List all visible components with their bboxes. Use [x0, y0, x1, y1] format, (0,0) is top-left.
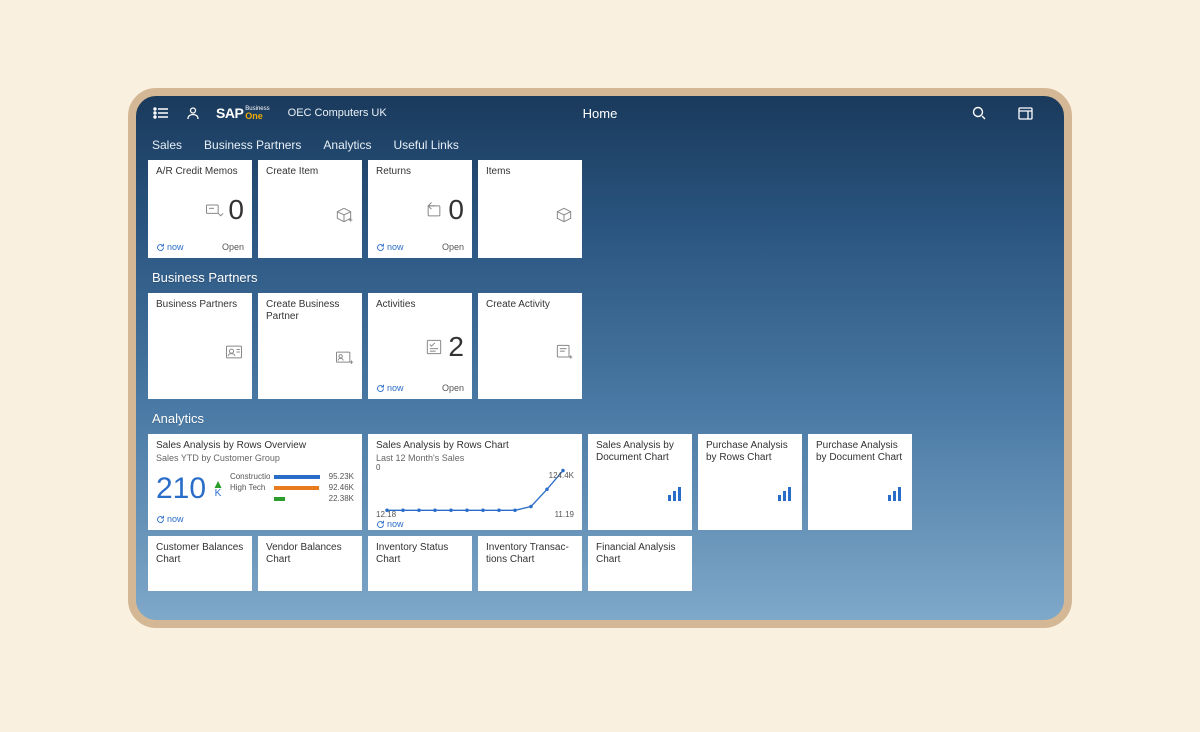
bar-chart-icon — [666, 486, 684, 502]
tile-title: Inventory Transac-tions Chart — [486, 542, 574, 566]
menu-icon[interactable] — [152, 104, 170, 122]
tile-title: Create Item — [266, 166, 354, 178]
bars-chart: Construction95.23KHigh Tech92.46K22.38K — [230, 472, 354, 505]
tile-items[interactable]: Items — [478, 160, 582, 258]
tile-sales-chart[interactable]: Sales Analysis by Rows Chart Last 12 Mon… — [368, 434, 582, 530]
tile-value: 0 — [448, 194, 464, 226]
tile-title: Returns — [376, 166, 464, 178]
tile-returns[interactable]: Returns 0 now Open — [368, 160, 472, 258]
refresh-button[interactable]: now — [156, 242, 184, 252]
tile-value: 0 — [228, 194, 244, 226]
tile-title: Sales Analysis by Document Chart — [596, 440, 684, 464]
items-icon — [554, 205, 574, 225]
line-chart: 0 124.4K 12.18 11.19 — [376, 463, 574, 519]
tile-title: Customer Balances Chart — [156, 542, 244, 566]
tile-business-partners[interactable]: Business Partners — [148, 293, 252, 399]
refresh-button[interactable]: now — [376, 519, 404, 529]
logo-sap: SAP — [216, 105, 243, 121]
tile-title: Business Partners — [156, 299, 244, 311]
tile-purchase-doc-chart[interactable]: Purchase Analysis by Document Chart — [808, 434, 912, 530]
tile-title: Items — [486, 166, 574, 178]
user-icon[interactable] — [184, 104, 202, 122]
company-name: OEC Computers UK — [288, 107, 387, 119]
bp-tile-row: Business Partners Create Business Partne… — [148, 293, 1052, 399]
create-item-icon — [334, 205, 354, 225]
create-activity-icon — [554, 342, 574, 362]
bar-chart-icon — [776, 486, 794, 502]
returns-icon — [424, 200, 444, 220]
section-title-bp: Business Partners — [152, 270, 1048, 285]
tile-subtitle: Last 12 Month's Sales — [376, 453, 574, 463]
tile-subtitle: Sales YTD by Customer Group — [156, 453, 354, 463]
tile-create-item[interactable]: Create Item — [258, 160, 362, 258]
tile-value: 2 — [448, 331, 464, 363]
logo: SAP BusinessOne — [216, 105, 270, 121]
bp-card-icon — [224, 342, 244, 362]
search-icon[interactable] — [970, 104, 988, 122]
tab-analytics[interactable]: Analytics — [323, 138, 371, 152]
tab-useful-links[interactable]: Useful Links — [393, 138, 458, 152]
tile-title: Financial Analysis Chart — [596, 542, 684, 566]
credit-memo-icon — [204, 200, 224, 220]
refresh-button[interactable]: now — [376, 242, 404, 252]
tabs: Sales Business Partners Analytics Useful… — [136, 130, 1064, 160]
tab-business-partners[interactable]: Business Partners — [204, 138, 301, 152]
tile-financial-analysis[interactable]: Financial Analysis Chart — [588, 536, 692, 591]
tile-vendor-balances[interactable]: Vendor Balances Chart — [258, 536, 362, 591]
kpi-value: 210 — [156, 472, 206, 506]
trend-up-icon: ▲K — [212, 479, 224, 499]
content: A/R Credit Memos 0 now Open Create Item … — [136, 160, 1064, 620]
status-label: Open — [442, 383, 464, 393]
tile-activities[interactable]: Activities 2 now Open — [368, 293, 472, 399]
analytics-row-1: Sales Analysis by Rows Overview Sales YT… — [148, 434, 1052, 530]
tile-create-activity[interactable]: Create Activity — [478, 293, 582, 399]
tile-title: Purchase Analysis by Document Chart — [816, 440, 904, 464]
tile-purchase-rows-chart[interactable]: Purchase Analysis by Rows Chart — [698, 434, 802, 530]
tile-title: Purchase Analysis by Rows Chart — [706, 440, 794, 464]
analytics-row-2: Customer Balances Chart Vendor Balances … — [148, 536, 1052, 591]
activities-icon — [424, 337, 444, 357]
bar-chart-icon — [886, 486, 904, 502]
topbar: SAP BusinessOne OEC Computers UK Home — [136, 96, 1064, 130]
panel-icon[interactable] — [1016, 104, 1034, 122]
tile-ar-credit-memos[interactable]: A/R Credit Memos 0 now Open — [148, 160, 252, 258]
bp-add-icon — [334, 348, 354, 368]
tile-inventory-status[interactable]: Inventory Status Chart — [368, 536, 472, 591]
refresh-button[interactable]: now — [156, 514, 184, 524]
tile-customer-balances[interactable]: Customer Balances Chart — [148, 536, 252, 591]
tile-title: Activities — [376, 299, 464, 311]
section-title-analytics: Analytics — [152, 411, 1048, 426]
refresh-button[interactable]: now — [376, 383, 404, 393]
app-window: SAP BusinessOne OEC Computers UK Home Sa… — [128, 88, 1072, 628]
tile-sales-overview[interactable]: Sales Analysis by Rows Overview Sales YT… — [148, 434, 362, 530]
tile-sales-doc-chart[interactable]: Sales Analysis by Document Chart — [588, 434, 692, 530]
tab-sales[interactable]: Sales — [152, 138, 182, 152]
tile-title: Sales Analysis by Rows Overview — [156, 440, 354, 452]
tile-title: Inventory Status Chart — [376, 542, 464, 566]
status-label: Open — [442, 242, 464, 252]
tile-title: A/R Credit Memos — [156, 166, 244, 178]
tile-inventory-transactions[interactable]: Inventory Transac-tions Chart — [478, 536, 582, 591]
page-title: Home — [583, 106, 618, 121]
tile-title: Create Business Partner — [266, 299, 354, 323]
sales-tile-row: A/R Credit Memos 0 now Open Create Item … — [148, 160, 1052, 258]
status-label: Open — [222, 242, 244, 252]
tile-title: Vendor Balances Chart — [266, 542, 354, 566]
tile-title: Sales Analysis by Rows Chart — [376, 440, 574, 452]
tile-title: Create Activity — [486, 299, 574, 311]
tile-create-bp[interactable]: Create Business Partner — [258, 293, 362, 399]
